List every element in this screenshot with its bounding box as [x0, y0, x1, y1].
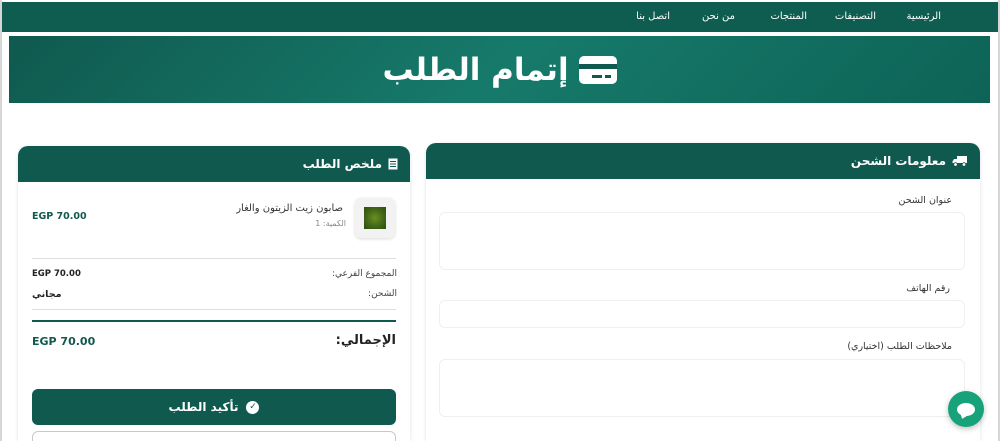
nav-link-categories[interactable]: التصنيفات — [835, 11, 876, 22]
chat-bubble-icon — [957, 402, 975, 416]
confirm-order-label: تأكيد الطلب — [168, 400, 239, 414]
shipping-card-header: معلومات الشحن — [426, 143, 980, 179]
summary-divider — [32, 309, 396, 310]
notes-textarea[interactable] — [439, 359, 965, 417]
checkout-hero-banner: إتمام الطلب — [9, 36, 990, 103]
shipping-cost-value: مجاني — [32, 289, 62, 300]
shipping-cost-label: الشحن: — [368, 289, 397, 299]
product-name: صابون زيت الزيتون والغار — [236, 203, 343, 214]
truck-icon — [952, 156, 967, 167]
subtotal-label: المجموع الفرعي: — [331, 269, 397, 279]
credit-card-icon — [578, 55, 617, 84]
phone-label: رقم الهاتف — [906, 283, 950, 294]
product-quantity: الكمية: 1 — [315, 219, 346, 228]
address-label: عنوان الشحن — [898, 195, 952, 206]
nav-link-about[interactable]: من نحن — [702, 11, 735, 22]
confirm-order-button[interactable]: ✓ تأكيد الطلب — [32, 389, 396, 425]
total-value: EGP 70.00 — [32, 335, 96, 348]
shipping-card-title: معلومات الشحن — [850, 154, 946, 168]
address-textarea[interactable] — [439, 212, 965, 270]
receipt-icon — [388, 158, 398, 170]
summary-card-title: ملخص الطلب — [302, 157, 382, 171]
nav-link-products[interactable]: المنتجات — [770, 11, 807, 22]
phone-input[interactable] — [439, 300, 965, 328]
subtotal-value: EGP 70.00 — [32, 269, 81, 279]
page-title: إتمام الطلب — [382, 51, 569, 88]
total-divider — [32, 320, 396, 322]
nav-link-contact[interactable]: اتصل بنا — [636, 11, 670, 22]
notes-label: ملاحظات الطلب (اختياري) — [847, 341, 952, 352]
chat-button[interactable] — [948, 391, 984, 427]
nav-link-home[interactable]: الرئيسية — [907, 11, 941, 22]
summary-divider — [32, 258, 396, 259]
total-label: الإجمالي: — [335, 333, 396, 348]
top-navbar: الرئيسية التصنيفات المنتجات من نحن اتصل … — [0, 2, 1000, 32]
product-price: EGP 70.00 — [32, 211, 87, 222]
check-circle-icon: ✓ — [246, 400, 260, 414]
secondary-button[interactable] — [32, 431, 396, 441]
summary-card-header: ملخص الطلب — [18, 146, 410, 182]
product-thumbnail — [355, 198, 395, 238]
